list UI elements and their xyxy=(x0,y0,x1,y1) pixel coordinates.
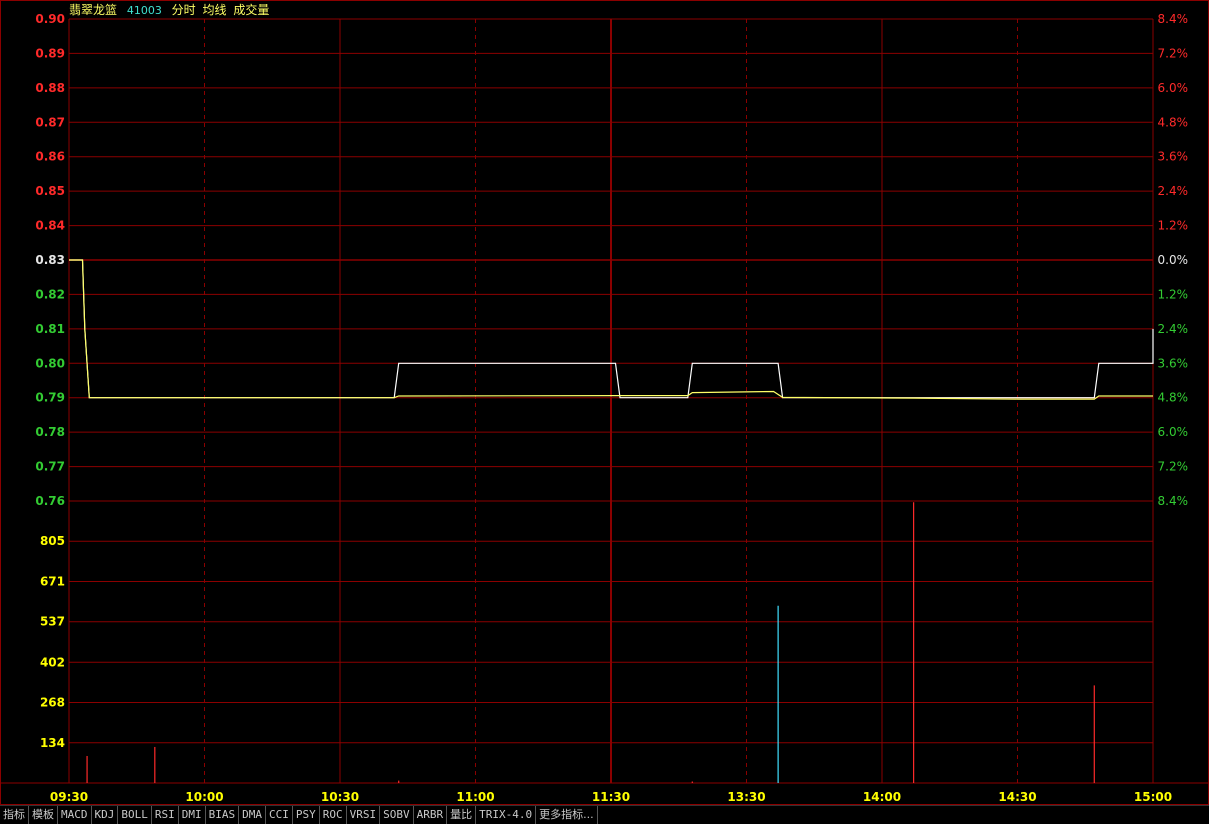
price-tick-label: 0.77 xyxy=(35,460,65,474)
indicator-tab[interactable]: CCI xyxy=(266,806,293,824)
time-tick-label: 11:00 xyxy=(456,790,494,804)
time-tick-label: 14:00 xyxy=(863,790,901,804)
volume-tick-label: 402 xyxy=(40,655,65,669)
indicator-tab[interactable]: 量比 xyxy=(447,806,477,824)
chart-header: 翡翠龙篮 41003 分时 均线 成交量 xyxy=(69,2,275,18)
percent-tick-label: 4.8% xyxy=(1158,115,1189,129)
percent-tick-label: 0.0% xyxy=(1158,253,1189,267)
indicator-tab[interactable]: TRIX-4.0 xyxy=(476,806,537,824)
percent-tick-label: 7.2% xyxy=(1158,460,1189,474)
price-tick-label: 0.89 xyxy=(35,46,65,60)
indicator-tab[interactable]: ROC xyxy=(320,806,347,824)
price-tick-label: 0.83 xyxy=(35,253,65,267)
time-tick-label: 09:30 xyxy=(50,790,88,804)
price-tick-label: 0.85 xyxy=(35,184,65,198)
stock-code: 41003 xyxy=(126,4,162,17)
percent-tick-label: 8.4% xyxy=(1158,494,1189,508)
percent-tick-label: 6.0% xyxy=(1158,81,1189,95)
percent-tick-label: 3.6% xyxy=(1158,356,1189,370)
label-timeshare: 分时 xyxy=(171,3,196,17)
price-tick-label: 0.84 xyxy=(35,219,65,233)
time-tick-label: 15:00 xyxy=(1134,790,1172,804)
price-tick-label: 0.87 xyxy=(35,115,65,129)
time-tick-label: 13:30 xyxy=(727,790,765,804)
percent-tick-label: 4.8% xyxy=(1158,391,1189,405)
volume-tick-label: 134 xyxy=(40,736,65,750)
percent-tick-label: 1.2% xyxy=(1158,219,1189,233)
percent-tick-label: 7.2% xyxy=(1158,46,1189,60)
price-tick-label: 0.78 xyxy=(35,425,65,439)
time-tick-label: 10:30 xyxy=(321,790,359,804)
label-volume: 成交量 xyxy=(233,3,270,17)
percent-tick-label: 6.0% xyxy=(1158,425,1189,439)
indicator-tab[interactable]: DMA xyxy=(239,806,266,824)
stock-name: 翡翠龙篮 xyxy=(69,3,118,17)
price-tick-label: 0.86 xyxy=(35,150,65,164)
indicator-tab[interactable]: 指标 xyxy=(0,806,29,824)
indicator-tab[interactable]: MACD xyxy=(58,806,92,824)
volume-tick-label: 537 xyxy=(40,615,65,629)
indicator-tab[interactable]: VRSI xyxy=(347,806,381,824)
indicator-tab[interactable]: PSY xyxy=(293,806,320,824)
percent-tick-label: 8.4% xyxy=(1158,12,1189,26)
indicator-tab[interactable]: 更多指标... xyxy=(536,806,598,824)
price-tick-label: 0.79 xyxy=(35,391,65,405)
volume-tick-label: 805 xyxy=(40,534,65,548)
percent-tick-label: 3.6% xyxy=(1158,150,1189,164)
price-tick-label: 0.76 xyxy=(35,494,65,508)
chart-frame xyxy=(0,0,1209,805)
price-tick-label: 0.81 xyxy=(35,322,65,336)
indicator-tab[interactable]: SOBV xyxy=(380,806,414,824)
percent-tick-label: 2.4% xyxy=(1158,322,1189,336)
price-tick-label: 0.82 xyxy=(35,287,65,301)
percent-tick-label: 2.4% xyxy=(1158,184,1189,198)
indicator-tab[interactable]: BIAS xyxy=(206,806,240,824)
indicator-tab[interactable]: ARBR xyxy=(414,806,448,824)
price-tick-label: 0.88 xyxy=(35,81,65,95)
intraday-chart: 0.90 8.4% 0.89 7.2% 0.88 6.0% 0.87 4.8% 0.86 3.6%… xyxy=(0,0,1209,805)
indicator-tab[interactable]: BOLL xyxy=(118,806,152,824)
time-tick-label: 11:30 xyxy=(592,790,630,804)
indicator-tab[interactable]: KDJ xyxy=(92,806,119,824)
volume-tick-label: 671 xyxy=(40,574,65,588)
price-tick-label: 0.80 xyxy=(35,356,65,370)
price-tick-label: 0.90 xyxy=(35,12,65,26)
indicator-tab[interactable]: RSI xyxy=(152,806,179,824)
percent-tick-label: 1.2% xyxy=(1158,287,1189,301)
indicator-tab[interactable]: 模板 xyxy=(29,806,58,824)
indicator-toolbar: 指标 模板 MACD KDJ BOLL RSI DMI BIAS DMA CCI PSY ROC VRS… xyxy=(0,805,1209,824)
indicator-tab[interactable]: DMI xyxy=(179,806,206,824)
time-tick-label: 10:00 xyxy=(185,790,223,804)
label-average: 均线 xyxy=(202,3,227,17)
volume-tick-label: 268 xyxy=(40,696,65,710)
time-tick-label: 14:30 xyxy=(998,790,1036,804)
